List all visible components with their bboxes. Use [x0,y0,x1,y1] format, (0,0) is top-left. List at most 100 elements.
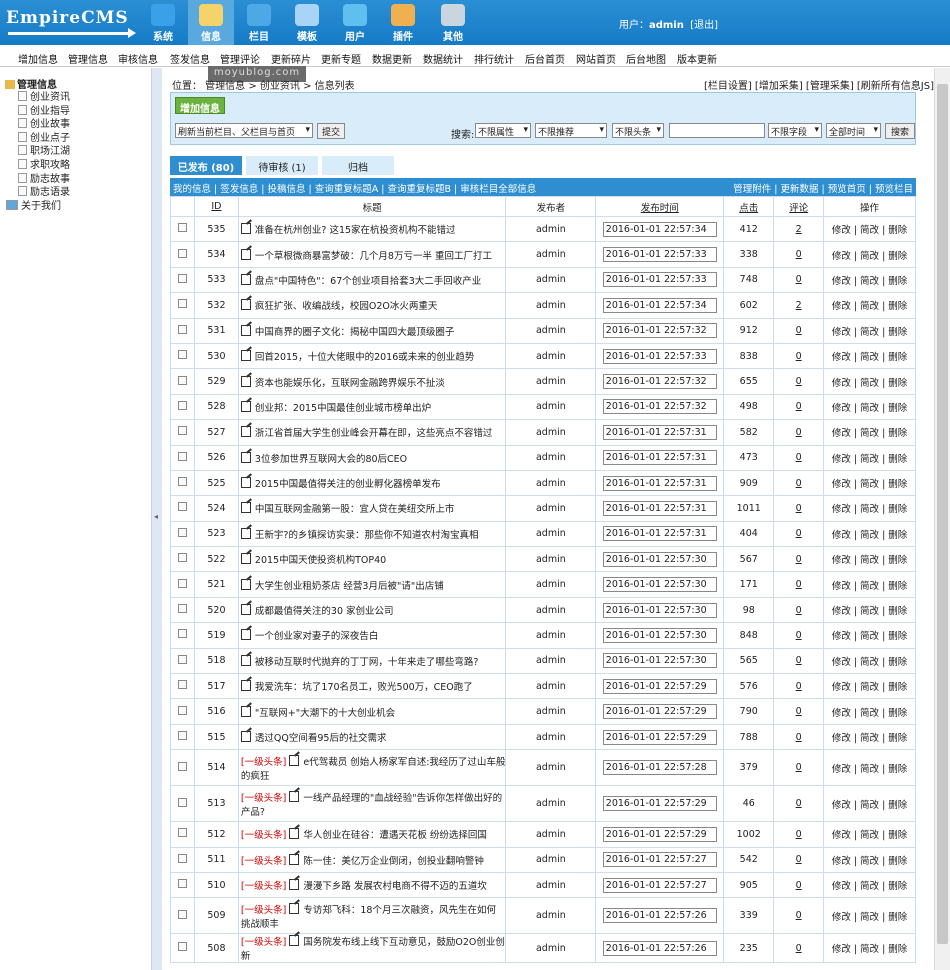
row-title-link[interactable]: 王新宇?的乡镇探访实录：那些你不知道农村淘宝真相 [255,530,479,541]
row-title-link[interactable]: 2015中国天使投资机构TOP40 [255,555,386,566]
collapse-arrow-icon[interactable]: ◂ [154,512,158,521]
menu-item[interactable]: 增加信息 [18,51,58,66]
menu-item[interactable]: 网站首页 [576,51,616,66]
row-comments-link[interactable]: 2 [796,300,802,311]
row-checkbox[interactable] [177,705,187,715]
row-ops[interactable]: 修改 | 简改 | 删除 [823,495,916,522]
row-comments-link[interactable]: 0 [796,401,802,412]
edit-doc-icon[interactable] [289,879,300,891]
row-comments-link[interactable]: 0 [796,798,802,809]
row-time-field[interactable]: 2016-01-01 22:57:32 [602,399,717,415]
row-title-link[interactable]: 漫漫下乡路 发展农村电商不得不迈的五道坎 [303,881,487,892]
row-checkbox[interactable] [177,853,187,863]
recommend-select[interactable]: 不限推荐 ▾ [535,123,607,138]
row-comments-link[interactable]: 0 [796,854,802,865]
row-checkbox[interactable] [177,400,187,410]
row-time-field[interactable]: 2016-01-01 22:57:34 [602,297,717,313]
row-comments-link[interactable]: 0 [796,452,802,463]
tree-item[interactable]: 关于我们 [6,197,61,212]
row-ops[interactable]: 修改 | 简改 | 删除 [823,419,916,446]
row-time-field[interactable]: 2016-01-01 22:57:31 [602,424,717,440]
row-comments-link[interactable]: 0 [796,655,802,666]
row-title-link[interactable]: 被移动互联时代抛弃的丁丁网，十年来走了哪些弯路? [255,657,479,668]
edit-doc-icon[interactable] [289,853,300,865]
row-checkbox[interactable] [177,879,187,889]
row-checkbox[interactable] [177,426,187,436]
row-title-link[interactable]: 中国互联网金融第一股：宜人贷在美纽交所上市 [255,504,455,515]
row-ops[interactable]: 修改 | 简改 | 删除 [823,215,916,243]
row-time-field[interactable]: 2016-01-01 22:57:28 [602,760,717,776]
menu-item[interactable]: 排行统计 [474,51,514,66]
edit-doc-icon[interactable] [240,553,251,565]
row-checkbox[interactable] [177,248,187,258]
row-time-field[interactable]: 2016-01-01 22:57:33 [602,247,717,263]
row-checkbox[interactable] [177,324,187,334]
menu-item[interactable]: 签发信息 [170,51,210,66]
headline-select[interactable]: 不限头条 ▾ [612,123,664,138]
row-ops[interactable]: 修改 | 简改 | 删除 [823,241,916,268]
row-title-link[interactable]: 一个创业家对妻子的深夜告白 [255,631,379,642]
row-checkbox[interactable] [177,223,187,233]
row-ops[interactable]: 修改 | 简改 | 删除 [823,520,916,548]
row-comments-link[interactable]: 0 [796,478,802,489]
scrollbar-thumb[interactable] [937,84,948,944]
row-title-link[interactable]: 3位参加世界互联网大会的80后CEO [255,454,407,465]
row-comments-link[interactable]: 0 [796,325,802,336]
row-ops[interactable]: 修改 | 简改 | 删除 [823,897,916,935]
row-checkbox[interactable] [177,477,187,487]
row-title-link[interactable]: "互联网+"大潮下的十大创业机会 [255,708,395,719]
header-comments[interactable]: 评论 [773,196,825,217]
row-time-field[interactable]: 2016-01-01 22:57:29 [602,729,717,745]
refresh-select[interactable]: 刷新当前栏目、父栏目与首页 ▾ [175,123,313,138]
row-ops[interactable]: 修改 | 简改 | 删除 [823,723,916,751]
row-ops[interactable]: 修改 | 简改 | 删除 [823,673,916,700]
edit-doc-icon[interactable] [240,223,251,235]
row-time-field[interactable]: 2016-01-01 22:57:32 [602,323,717,339]
menu-item[interactable]: 更新碎片 [271,51,311,66]
edit-doc-icon[interactable] [289,754,300,766]
row-ops[interactable]: 修改 | 简改 | 删除 [823,469,916,497]
edit-doc-icon[interactable] [240,299,251,311]
time-select[interactable]: 全部时间 ▾ [826,123,881,138]
top-links[interactable]: [栏目设置] [增加采集] [管理采集] [刷新所有信息JS] [704,77,934,92]
edit-doc-icon[interactable] [240,705,251,717]
row-time-field[interactable]: 2016-01-01 22:57:33 [602,348,717,364]
row-title-link[interactable]: 透过QQ空间看95后的社交需求 [255,733,387,744]
edit-doc-icon[interactable] [240,477,251,489]
row-comments-link[interactable]: 0 [796,829,802,840]
row-comments-link[interactable]: 0 [796,503,802,514]
topnav-2[interactable]: 栏目 [236,0,282,45]
topnav-3[interactable]: 模板 [284,0,330,45]
sub-toolbar-left-links[interactable]: 我的信息 | 签发信息 | 投稿信息 | 查询重复标题A | 查询重复标题B |… [173,181,536,195]
row-ops[interactable]: 修改 | 简改 | 删除 [823,821,916,848]
edit-doc-icon[interactable] [240,451,251,463]
row-ops[interactable]: 修改 | 简改 | 删除 [823,342,916,370]
field-select[interactable]: 不限字段 ▾ [768,123,822,138]
sub-toolbar-right-links[interactable]: 管理附件 | 更新数据 | 预览首页 | 预览栏目 [733,181,913,195]
edit-doc-icon[interactable] [240,324,251,336]
row-checkbox[interactable] [177,527,187,537]
row-checkbox[interactable] [177,273,187,283]
row-comments-link[interactable]: 0 [796,943,802,954]
row-time-field[interactable]: 2016-01-01 22:57:27 [602,852,717,868]
submit-button[interactable]: 提交 [317,123,345,139]
add-info-button[interactable]: 增加信息 [175,97,225,115]
row-checkbox[interactable] [177,350,187,360]
row-checkbox[interactable] [177,942,187,952]
row-title-link[interactable]: 准备在杭州创业? 这15家在杭投资机构不能错过 [255,225,456,236]
row-time-field[interactable]: 2016-01-01 22:57:29 [602,678,717,694]
row-ops[interactable]: 修改 | 简改 | 删除 [823,546,916,573]
row-time-field[interactable]: 2016-01-01 22:57:26 [602,908,717,924]
row-comments-link[interactable]: 0 [796,605,802,616]
row-comments-link[interactable]: 0 [796,681,802,692]
row-comments-link[interactable]: 0 [796,706,802,717]
row-time-field[interactable]: 2016-01-01 22:57:33 [602,272,717,288]
row-ops[interactable]: 修改 | 简改 | 删除 [823,393,916,421]
row-checkbox[interactable] [177,553,187,563]
menu-item[interactable]: 后台首页 [525,51,565,66]
edit-doc-icon[interactable] [289,790,300,802]
panel-splitter[interactable]: ◂ [152,68,162,970]
edit-doc-icon[interactable] [240,731,251,742]
row-title-link[interactable]: 成都最值得关注的30 家创业公司 [255,606,394,617]
row-time-field[interactable]: 2016-01-01 22:57:29 [602,826,717,842]
